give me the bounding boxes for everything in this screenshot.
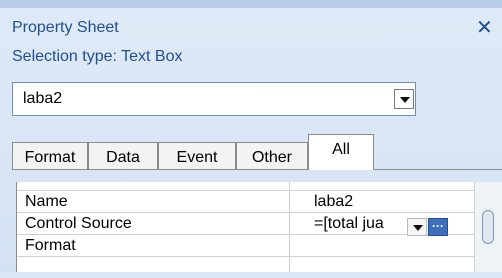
- tab-baseline: [12, 169, 502, 170]
- property-value[interactable]: =[total jua: [314, 215, 384, 233]
- chevron-down-icon[interactable]: [407, 218, 427, 236]
- tab-format[interactable]: Format: [12, 142, 88, 170]
- table-row[interactable]: [17, 256, 476, 278]
- tab-event[interactable]: Event: [158, 142, 236, 170]
- close-icon[interactable]: ✕: [476, 15, 493, 40]
- object-selector[interactable]: laba2: [12, 82, 416, 116]
- property-value[interactable]: laba2: [314, 193, 353, 211]
- pane-top-border: [0, 0, 502, 8]
- table-row[interactable]: Name laba2: [17, 190, 476, 212]
- property-name: Name: [25, 193, 68, 210]
- scrollbar-thumb[interactable]: [482, 210, 494, 244]
- property-name: Control Source: [25, 215, 132, 232]
- tab-data[interactable]: Data: [88, 142, 158, 170]
- chevron-down-icon[interactable]: [394, 89, 414, 109]
- property-name: Format: [25, 237, 76, 254]
- tab-other[interactable]: Other: [236, 142, 308, 170]
- property-tabs: Format Data Event Other All: [12, 134, 502, 170]
- table-row[interactable]: Format: [17, 234, 476, 256]
- tab-all[interactable]: All: [308, 134, 374, 170]
- property-sheet-pane: Property Sheet ✕ Selection type: Text Bo…: [0, 0, 502, 272]
- column-divider: [289, 182, 290, 272]
- selection-type-label: Selection type: Text Box: [12, 48, 183, 65]
- vertical-scrollbar[interactable]: [474, 182, 502, 272]
- pane-title: Property Sheet: [12, 19, 119, 36]
- ellipsis-icon[interactable]: ···: [428, 218, 448, 236]
- object-selector-value: laba2: [23, 90, 63, 107]
